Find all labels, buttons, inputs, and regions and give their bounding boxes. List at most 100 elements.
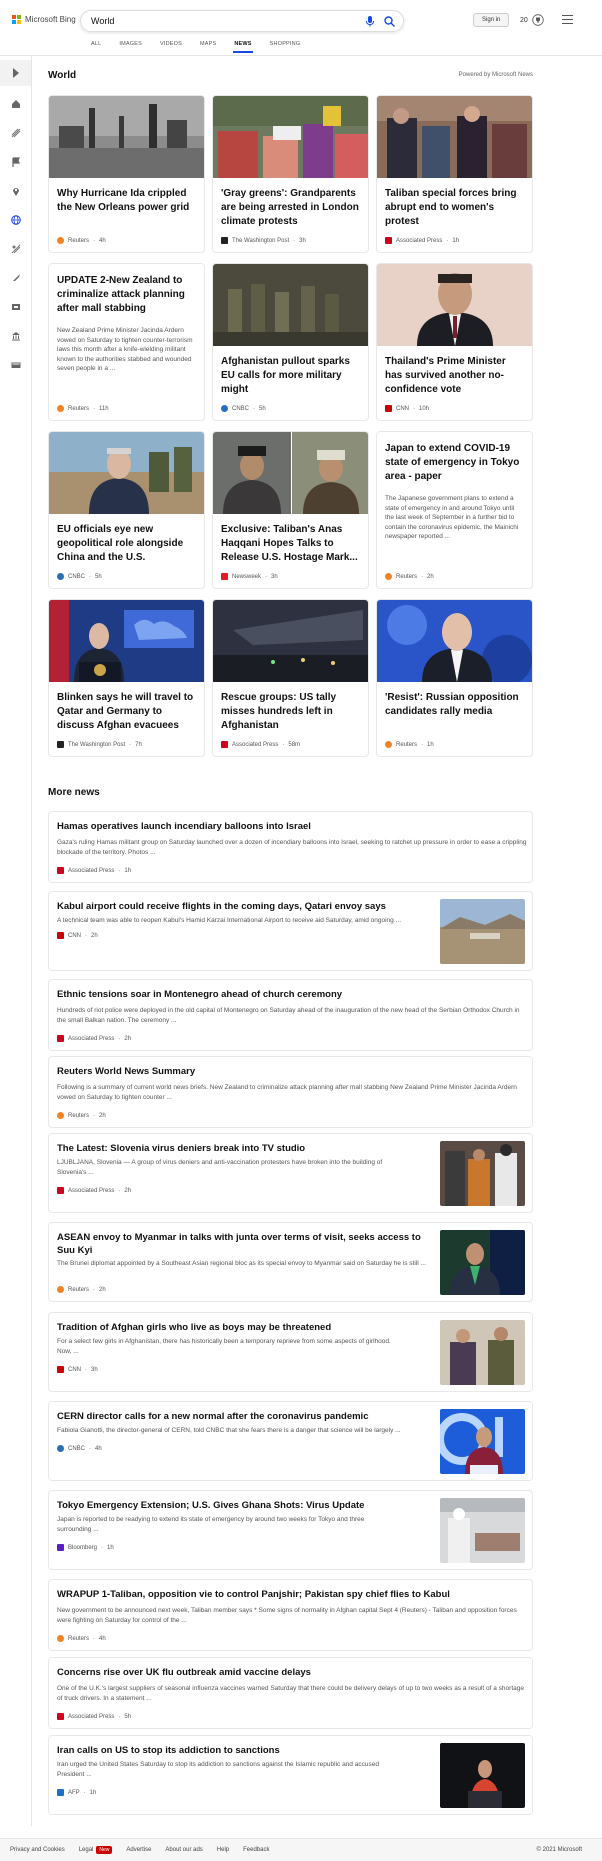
- footer-link-about-ads[interactable]: About our ads: [165, 1847, 202, 1853]
- rail-expand-button[interactable]: [0, 60, 31, 86]
- search-tabs: ALL IMAGES VIDEOS MAPS NEWS SHOPPING: [82, 38, 309, 53]
- news-list-item[interactable]: Tokyo Emergency Extension; U.S. Gives Gh…: [48, 1490, 533, 1570]
- news-card[interactable]: EU officials eye new geopolitical role a…: [48, 431, 205, 589]
- news-image[interactable]: [213, 96, 368, 178]
- news-image[interactable]: [213, 264, 368, 346]
- tab-videos[interactable]: VIDEOS: [151, 38, 191, 53]
- news-image[interactable]: [49, 432, 204, 514]
- news-thumbnail[interactable]: [440, 1320, 525, 1385]
- card-title[interactable]: Afghanistan pullout sparks EU calls for …: [221, 355, 361, 397]
- news-list-item[interactable]: Tradition of Afghan girls who live as bo…: [48, 1312, 533, 1392]
- row-title[interactable]: Concerns rise over UK flu outbreak amid …: [57, 1666, 522, 1679]
- row-title[interactable]: WRAPUP 1-Taliban, opposition vie to cont…: [57, 1588, 522, 1601]
- row-source: Bloomberg · 1h: [57, 1544, 114, 1551]
- news-thumbnail[interactable]: [440, 899, 525, 964]
- card-title[interactable]: 'Resist': Russian opposition candidates …: [385, 691, 525, 719]
- card-title[interactable]: UPDATE 2-New Zealand to criminalize atta…: [57, 274, 197, 316]
- news-list-item[interactable]: WRAPUP 1-Taliban, opposition vie to cont…: [48, 1579, 533, 1651]
- news-image[interactable]: [377, 264, 532, 346]
- news-list-item[interactable]: Iran calls on US to stop its addiction t…: [48, 1735, 533, 1815]
- footer-link-help[interactable]: Help: [217, 1847, 229, 1853]
- home-icon[interactable]: [11, 99, 21, 109]
- card-title[interactable]: Thailand's Prime Minister has survived a…: [385, 355, 525, 397]
- card-title[interactable]: Why Hurricane Ida crippled the New Orlea…: [57, 187, 197, 215]
- footer-link-advertise[interactable]: Advertise: [126, 1847, 151, 1853]
- row-title[interactable]: Kabul airport could receive flights in t…: [57, 900, 427, 913]
- news-card[interactable]: 'Gray greens': Grandparents are being ar…: [212, 95, 369, 253]
- card-title[interactable]: Exclusive: Taliban's Anas Haqqani Hopes …: [221, 523, 361, 565]
- news-card[interactable]: Rescue groups: US tally misses hundreds …: [212, 599, 369, 757]
- news-list-item[interactable]: Concerns rise over UK flu outbreak amid …: [48, 1657, 533, 1729]
- tab-news[interactable]: NEWS: [225, 38, 260, 53]
- search-input[interactable]: World: [80, 10, 404, 32]
- card-title[interactable]: Rescue groups: US tally misses hundreds …: [221, 691, 361, 733]
- news-thumbnail[interactable]: [440, 1409, 525, 1474]
- row-source: Associated Press · 2h: [57, 1187, 131, 1194]
- globe-icon[interactable]: [11, 215, 21, 225]
- tab-images[interactable]: IMAGES: [110, 38, 151, 53]
- news-list-item[interactable]: Reuters World News Summary Following is …: [48, 1056, 533, 1128]
- rocket-icon[interactable]: [11, 273, 21, 283]
- news-card[interactable]: Why Hurricane Ida crippled the New Orlea…: [48, 95, 205, 253]
- location-icon[interactable]: [11, 186, 21, 196]
- news-list-item[interactable]: Ethnic tensions soar in Montenegro ahead…: [48, 979, 533, 1051]
- row-title[interactable]: Ethnic tensions soar in Montenegro ahead…: [57, 988, 522, 1001]
- filter-icon[interactable]: [11, 128, 21, 138]
- row-title[interactable]: The Latest: Slovenia virus deniers break…: [57, 1142, 427, 1155]
- news-thumbnail[interactable]: [440, 1141, 525, 1206]
- news-list-item[interactable]: Hamas operatives launch incendiary ballo…: [48, 811, 533, 883]
- sign-in-button[interactable]: Sign in: [473, 13, 510, 27]
- card-title[interactable]: Japan to extend COVID-19 state of emerge…: [385, 442, 525, 484]
- row-title[interactable]: ASEAN envoy to Myanmar in talks with jun…: [57, 1231, 427, 1257]
- hamburger-menu-icon[interactable]: [562, 15, 573, 24]
- row-title[interactable]: Iran calls on US to stop its addiction t…: [57, 1744, 427, 1757]
- news-card[interactable]: Japan to extend COVID-19 state of emerge…: [376, 431, 533, 589]
- news-card[interactable]: Thailand's Prime Minister has survived a…: [376, 263, 533, 421]
- footer-link-feedback[interactable]: Feedback: [243, 1847, 269, 1853]
- news-card[interactable]: Afghanistan pullout sparks EU calls for …: [212, 263, 369, 421]
- science-icon[interactable]: [11, 244, 21, 254]
- news-card[interactable]: 'Resist': Russian opposition candidates …: [376, 599, 533, 757]
- news-image[interactable]: [377, 96, 532, 178]
- tab-all[interactable]: ALL: [82, 38, 110, 53]
- news-list-item[interactable]: CERN director calls for a new normal aft…: [48, 1401, 533, 1481]
- tab-maps[interactable]: MAPS: [191, 38, 225, 53]
- news-image[interactable]: [213, 432, 368, 514]
- news-thumbnail[interactable]: [440, 1230, 525, 1295]
- news-thumbnail[interactable]: [440, 1498, 525, 1563]
- bing-logo[interactable]: Microsoft Bing: [12, 15, 76, 24]
- microphone-icon[interactable]: [365, 16, 375, 27]
- row-title[interactable]: CERN director calls for a new normal aft…: [57, 1410, 427, 1423]
- news-thumbnail[interactable]: [440, 1743, 525, 1808]
- news-image[interactable]: [49, 96, 204, 178]
- money-icon[interactable]: [11, 360, 21, 370]
- news-image[interactable]: [49, 600, 204, 682]
- card-source: CNBC · 5h: [221, 405, 266, 412]
- footer-link-legal[interactable]: Legal New: [79, 1846, 113, 1854]
- card-title[interactable]: Blinken says he will travel to Qatar and…: [57, 691, 197, 733]
- news-card[interactable]: Blinken says he will travel to Qatar and…: [48, 599, 205, 757]
- card-title[interactable]: EU officials eye new geopolitical role a…: [57, 523, 197, 565]
- entertainment-icon[interactable]: [11, 302, 21, 312]
- row-title[interactable]: Reuters World News Summary: [57, 1065, 522, 1078]
- news-card[interactable]: UPDATE 2-New Zealand to criminalize atta…: [48, 263, 205, 421]
- news-image[interactable]: [213, 600, 368, 682]
- news-list-item[interactable]: ASEAN envoy to Myanmar in talks with jun…: [48, 1222, 533, 1302]
- card-title[interactable]: 'Gray greens': Grandparents are being ar…: [221, 187, 361, 229]
- tab-shopping[interactable]: SHOPPING: [261, 38, 310, 53]
- row-title[interactable]: Hamas operatives launch incendiary ballo…: [57, 820, 522, 833]
- search-value[interactable]: World: [91, 16, 114, 26]
- news-list-item[interactable]: The Latest: Slovenia virus deniers break…: [48, 1133, 533, 1213]
- news-card[interactable]: Taliban special forces bring abrupt end …: [376, 95, 533, 253]
- politics-icon[interactable]: [11, 331, 21, 341]
- search-icon[interactable]: [384, 16, 395, 27]
- card-title[interactable]: Taliban special forces bring abrupt end …: [385, 187, 525, 229]
- news-image[interactable]: [377, 600, 532, 682]
- news-card[interactable]: Exclusive: Taliban's Anas Haqqani Hopes …: [212, 431, 369, 589]
- row-title[interactable]: Tradition of Afghan girls who live as bo…: [57, 1321, 427, 1334]
- row-title[interactable]: Tokyo Emergency Extension; U.S. Gives Gh…: [57, 1499, 427, 1512]
- flag-icon[interactable]: [11, 157, 21, 167]
- footer-link-privacy[interactable]: Privacy and Cookies: [10, 1847, 65, 1853]
- news-list-item[interactable]: Kabul airport could receive flights in t…: [48, 891, 533, 971]
- rewards-button[interactable]: 20: [520, 14, 544, 26]
